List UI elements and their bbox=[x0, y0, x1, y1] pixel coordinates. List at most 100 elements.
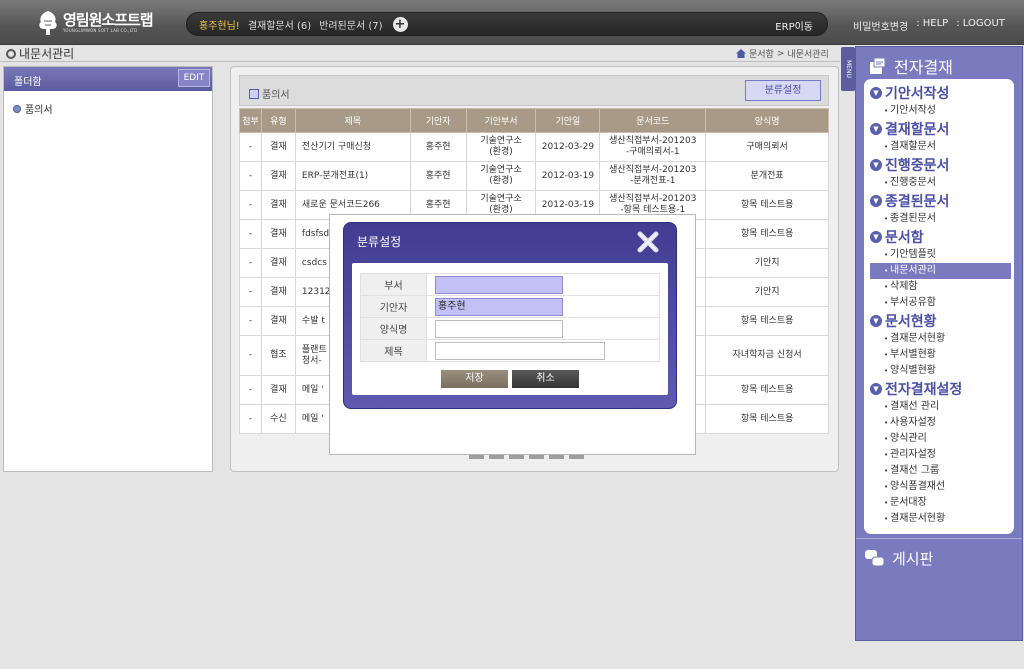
field-label: 기안자 bbox=[360, 295, 427, 318]
doc-category-label: 품의서 bbox=[249, 86, 290, 101]
menu-toggle-tab[interactable]: MENU bbox=[841, 47, 855, 91]
menu-list: ▼기안서작성기안서작성▼결재할문서결재할문서▼진행중문서진행중문서▼종결된문서종… bbox=[864, 79, 1014, 534]
board-link[interactable]: 게시판 bbox=[864, 548, 933, 569]
menu-section[interactable]: ▼ 기안서작성 bbox=[870, 83, 1014, 103]
attach-cell: - bbox=[239, 277, 262, 307]
approval-icon bbox=[870, 57, 886, 74]
title-divider bbox=[0, 61, 840, 62]
field-cell bbox=[426, 273, 660, 296]
folder-pin-icon bbox=[13, 104, 21, 113]
form-row: 부서 bbox=[360, 273, 660, 296]
date-cell: 2012-03-29 bbox=[535, 132, 601, 162]
tree-logo-icon bbox=[39, 11, 57, 35]
menu-item[interactable]: 종결된문서 bbox=[870, 211, 1014, 227]
home-icon bbox=[736, 49, 746, 58]
menu-item[interactable]: 결재할문서 bbox=[870, 139, 1014, 155]
table-row[interactable]: - 결재 ERP-분개전표(1) 홍주현 기술연구소 (환경) 2012-03-19 생산직접… bbox=[239, 161, 829, 191]
menu-section[interactable]: ▼ 문서현황 bbox=[870, 311, 1014, 331]
field-input[interactable] bbox=[435, 341, 605, 360]
chevron-down-icon: ▼ bbox=[870, 383, 882, 395]
menu-item[interactable]: 관리자설정 bbox=[870, 447, 1014, 463]
menu-section[interactable]: ▼ 문서함 bbox=[870, 227, 1014, 247]
menu-item[interactable]: 결재문서현황 bbox=[870, 331, 1014, 347]
document-icon bbox=[249, 88, 259, 99]
filter-form: 부서 기안자 홍주현양식명 제목 bbox=[360, 273, 660, 362]
field-input[interactable] bbox=[435, 319, 563, 338]
col-type[interactable]: 유형 bbox=[260, 108, 296, 133]
col-attach[interactable]: 첨부 bbox=[239, 108, 262, 133]
col-doc-code[interactable]: 문서코드 bbox=[599, 108, 707, 133]
breadcrumb-separator: > bbox=[776, 48, 785, 59]
help-link[interactable]: : HELP bbox=[916, 18, 948, 33]
folder-panel-title: 폴더함 bbox=[14, 77, 42, 88]
edit-button[interactable]: EDIT bbox=[178, 69, 210, 87]
erp-link[interactable]: ERP이동 bbox=[775, 18, 813, 33]
date-cell: 2012-03-19 bbox=[535, 161, 601, 191]
user-status-bar: 홍주현님! 결재할문서 (6) 반려된문서 (7) + ERP이동 bbox=[186, 12, 828, 36]
classify-settings-button[interactable]: 분류설정 bbox=[745, 80, 821, 101]
board-label: 게시판 bbox=[892, 550, 934, 568]
menu-item[interactable]: 문서대장 bbox=[870, 495, 1014, 511]
field-input[interactable]: 홍주현 bbox=[435, 297, 563, 316]
menu-section-label: 진행중문서 bbox=[885, 158, 950, 174]
menu-item[interactable]: 양식관리 bbox=[870, 431, 1014, 447]
dialog-buttons: 저장 취소 bbox=[441, 370, 579, 388]
col-form-name[interactable]: 양식명 bbox=[705, 108, 829, 133]
menu-item[interactable]: 부서별현황 bbox=[870, 347, 1014, 363]
menu-item[interactable]: 기안서작성 bbox=[870, 103, 1014, 119]
chevron-down-icon: ▼ bbox=[870, 159, 882, 171]
col-title[interactable]: 제목 bbox=[294, 108, 411, 133]
form-row: 양식명 bbox=[360, 317, 660, 340]
plus-icon[interactable]: + bbox=[392, 16, 408, 32]
col-drafter[interactable]: 기안자 bbox=[409, 108, 467, 133]
circle-bullet-icon bbox=[6, 48, 16, 59]
col-date[interactable]: 기안일 bbox=[535, 108, 601, 133]
menu-item[interactable]: 사용자설정 bbox=[870, 415, 1014, 431]
menu-section[interactable]: ▼ 종결된문서 bbox=[870, 191, 1014, 211]
col-dept[interactable]: 기안부서 bbox=[465, 108, 537, 133]
field-label: 양식명 bbox=[360, 317, 427, 340]
form-row: 제목 bbox=[360, 339, 660, 362]
logout-link[interactable]: : LOGOUT bbox=[956, 18, 1005, 33]
field-input[interactable] bbox=[435, 275, 563, 294]
menu-section[interactable]: ▼ 결재할문서 bbox=[870, 119, 1014, 139]
pending-docs-link[interactable]: 결재할문서 (6) bbox=[248, 17, 311, 32]
attach-cell: - bbox=[239, 132, 262, 162]
right-menu-title: 전자결재 bbox=[894, 58, 953, 77]
menu-item[interactable]: 결재선 관리 bbox=[870, 399, 1014, 415]
menu-section-label: 기안서작성 bbox=[885, 86, 950, 102]
menu-item[interactable]: 양식폼결재선 bbox=[870, 479, 1014, 495]
logo[interactable]: 영림원소프트랩 YOUNGLIMWON SOFT LAB CO.,LTD bbox=[36, 8, 154, 38]
attach-cell: - bbox=[239, 306, 262, 336]
menu-item[interactable]: 부서공유함 bbox=[870, 295, 1014, 311]
menu-section[interactable]: ▼ 진행중문서 bbox=[870, 155, 1014, 175]
menu-item[interactable]: 기안템플릿 bbox=[870, 247, 1014, 263]
type-cell: 결재 bbox=[260, 277, 296, 307]
doc-code-cell: 생산직접부서-201203 -분개전표-1 bbox=[599, 161, 707, 191]
folder-item[interactable]: 품의서 bbox=[13, 101, 212, 116]
change-password-link[interactable]: 비밀번호변경 bbox=[853, 18, 908, 33]
menu-item[interactable]: 양식별현황 bbox=[870, 363, 1014, 379]
menu-section[interactable]: ▼ 전자결재설정 bbox=[870, 379, 1014, 399]
doc-category-text: 품의서 bbox=[262, 90, 290, 101]
save-button[interactable]: 저장 bbox=[441, 370, 508, 388]
menu-section-label: 종결된문서 bbox=[885, 194, 950, 210]
dept-cell: 기술연구소 (환경) bbox=[465, 132, 537, 162]
attach-cell: - bbox=[239, 219, 262, 249]
table-row[interactable]: - 결재 전산기기 구매신청 홍주현 기술연구소 (환경) 2012-03-29 생산직접부서… bbox=[239, 132, 829, 162]
menu-item[interactable]: 결재문서현황 bbox=[870, 511, 1014, 527]
menu-item[interactable]: 삭제함 bbox=[870, 279, 1014, 295]
rejected-docs-link[interactable]: 반려된문서 (7) bbox=[319, 17, 382, 32]
cancel-button[interactable]: 취소 bbox=[512, 370, 579, 388]
form-name-cell: 자녀학자금 신청서 bbox=[705, 335, 829, 376]
form-name-cell: 항목 테스트용 bbox=[705, 375, 829, 405]
breadcrumb-home[interactable]: 문서함 bbox=[749, 47, 774, 60]
field-label: 제목 bbox=[360, 339, 427, 362]
menu-item[interactable]: 결재선 그룹 bbox=[870, 463, 1014, 479]
title-cell[interactable]: ERP-분개전표(1) bbox=[294, 161, 411, 191]
attach-cell: - bbox=[239, 404, 262, 434]
title-cell[interactable]: 전산기기 구매신청 bbox=[294, 132, 411, 162]
menu-item[interactable]: 진행중문서 bbox=[870, 175, 1014, 191]
close-icon[interactable] bbox=[636, 230, 660, 254]
menu-item[interactable]: 내문서관리 bbox=[870, 263, 1011, 279]
